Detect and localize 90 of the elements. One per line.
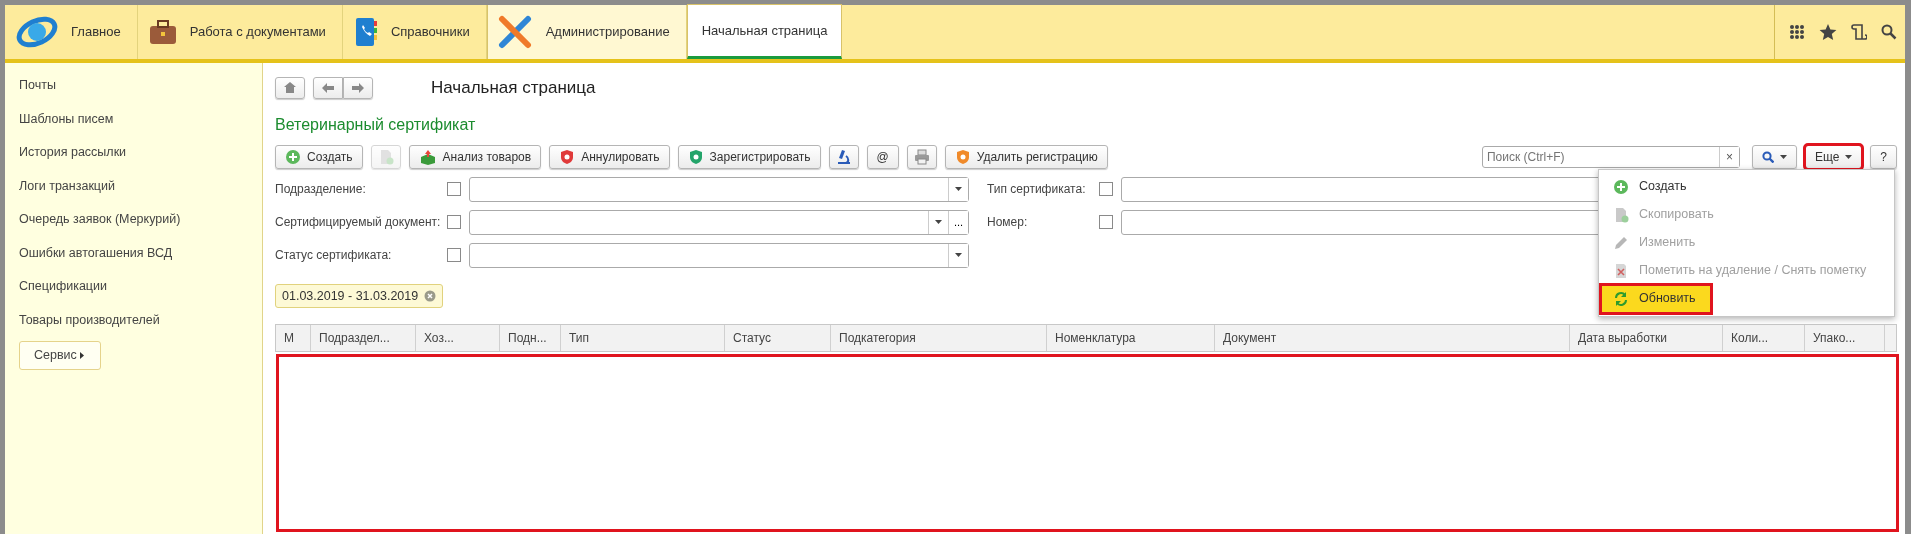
shield-icon [954, 148, 971, 165]
checkbox[interactable] [1099, 182, 1113, 196]
dropdown-button[interactable] [948, 243, 968, 267]
dropdown-button[interactable] [948, 177, 968, 201]
select-field[interactable] [469, 176, 969, 202]
sidebar-link[interactable]: Ошибки автогашения ВСД [19, 236, 262, 270]
caret-icon [955, 253, 962, 257]
toolbar-button[interactable]: Аннулировать [549, 144, 670, 169]
field-label: Подразделение: [275, 181, 367, 198]
search-icon[interactable] [1881, 24, 1897, 40]
column-header[interactable]: Тип [561, 325, 725, 352]
service-button[interactable]: Сервис [19, 341, 102, 370]
box-icon [418, 148, 437, 165]
menu-item[interactable]: Обновить [1601, 284, 1711, 313]
star-icon[interactable] [1819, 23, 1837, 41]
column-header[interactable]: Хоз... [416, 325, 500, 352]
column-header[interactable]: Коли... [1723, 325, 1805, 352]
search-icon [1761, 150, 1774, 163]
delete-icon [1613, 262, 1629, 279]
column-header[interactable]: Статус [725, 325, 831, 352]
sidebar-link[interactable]: Почты [19, 69, 262, 103]
choice-button[interactable]: ... [948, 210, 968, 234]
shield-icon [559, 148, 576, 165]
forward-button[interactable] [343, 76, 373, 99]
more-button[interactable]: Еще [1804, 144, 1863, 169]
section-tab[interactable]: Администрирование [486, 5, 687, 59]
search-field[interactable]: Поиск (Ctrl+F) × [1481, 145, 1740, 168]
pencil-icon [1613, 234, 1629, 251]
section-tab[interactable]: Справочники [342, 5, 487, 59]
home-button[interactable] [275, 76, 305, 99]
caret-icon [1845, 154, 1853, 159]
clear-icon[interactable] [424, 289, 437, 302]
caret-icon [935, 220, 942, 224]
apps-grid-icon[interactable] [1789, 24, 1805, 40]
menu-item[interactable]: Создать [1601, 172, 1892, 201]
period-filter-tag[interactable]: 01.03.2019 - 31.03.2019 [275, 283, 444, 309]
toolbar-button[interactable]: Удалить регистрацию [944, 144, 1108, 169]
sidebar-link[interactable]: Очередь заявок (Меркурий) [19, 203, 262, 237]
copy-icon [1613, 206, 1629, 223]
caret-icon [955, 187, 962, 191]
toolbar-button[interactable] [906, 144, 937, 169]
toolbar-button[interactable] [828, 144, 859, 169]
home-icon [284, 82, 296, 94]
printer-icon [913, 148, 930, 165]
toolbar-button[interactable]: Зарегистрировать [677, 144, 821, 169]
caret-icon [1779, 154, 1787, 159]
open-tab[interactable]: Начальная страница [686, 4, 843, 59]
toolbar-button[interactable]: Анализ товаров [408, 144, 542, 169]
column-header[interactable]: Подраздел... [311, 325, 416, 352]
column-header[interactable]: Подн... [500, 325, 561, 352]
sidebar-link[interactable]: Шаблоны писем [19, 102, 262, 136]
column-header[interactable]: Подкатегория [831, 325, 1047, 352]
toolbar-button[interactable]: @ [866, 144, 899, 169]
sidebar-link[interactable]: История рассылки [19, 136, 262, 170]
microscope-icon [835, 148, 852, 165]
field-label: Тип сертификата: [987, 181, 1087, 198]
arrow-right-icon [352, 82, 364, 93]
field-label: Сертифицируемый документ: [275, 214, 442, 231]
column-header[interactable]: Номенклатура [1047, 325, 1215, 352]
column-header[interactable]: Дата выработки [1570, 325, 1723, 352]
checkbox[interactable] [447, 248, 461, 262]
section-tab[interactable]: Работа с документами [137, 5, 343, 59]
plus-icon [1613, 178, 1629, 195]
help-button[interactable]: ? [1870, 144, 1897, 169]
plus-icon [285, 148, 301, 165]
column-header[interactable]: Документ [1215, 325, 1570, 352]
refresh-icon [1613, 290, 1629, 307]
sidebar-link[interactable]: Спецификации [19, 270, 262, 304]
column-header[interactable]: М [276, 325, 311, 352]
toolbar-button[interactable]: Создать [275, 144, 363, 169]
checkbox[interactable] [1099, 215, 1113, 229]
section-tab[interactable]: Главное [5, 5, 138, 59]
field-label: Номер: [987, 214, 1029, 231]
form-title: Ветеринарный сертификат [275, 114, 477, 135]
sidebar-link[interactable]: Товары производителей [19, 303, 262, 337]
checkbox[interactable] [447, 215, 461, 229]
checkbox[interactable] [447, 182, 461, 196]
clear-button[interactable]: × [1718, 146, 1739, 167]
briefcase-icon [147, 18, 178, 46]
arrow-left-icon [322, 82, 334, 93]
field-label: Статус сертификата: [275, 247, 393, 264]
column-header[interactable]: Упако... [1805, 325, 1885, 352]
back-button[interactable] [313, 76, 343, 99]
select-field[interactable] [469, 242, 969, 268]
sidebar-link[interactable]: Логи транзакций [19, 169, 262, 203]
shield-icon [687, 148, 704, 165]
search-menu-button[interactable] [1751, 144, 1797, 169]
select-field[interactable]: ... [469, 209, 969, 235]
caret-icon [80, 352, 85, 360]
page-title: Начальная страница [431, 77, 596, 99]
